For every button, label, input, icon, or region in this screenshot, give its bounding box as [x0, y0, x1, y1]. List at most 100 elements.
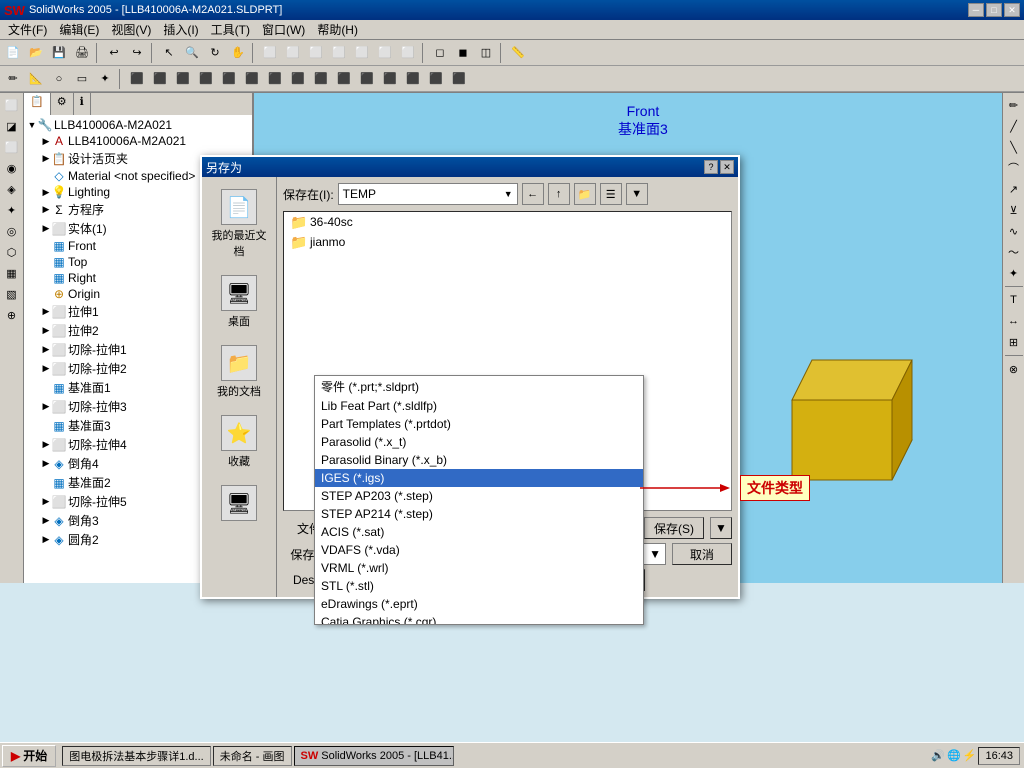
expand-extrude1[interactable]: ▶ — [40, 306, 52, 317]
rotate-button[interactable]: ↻ — [204, 42, 226, 64]
right-tool-12[interactable]: ⊞ — [1004, 332, 1024, 352]
dropdown-item-5[interactable]: IGES (*.igs) — [315, 469, 643, 487]
new-button[interactable]: 📄 — [2, 42, 24, 64]
pan-button[interactable]: ✋ — [227, 42, 249, 64]
dropdown-item-8[interactable]: ACIS (*.sat) — [315, 523, 643, 541]
cancel-button[interactable]: 取消 — [672, 543, 732, 565]
right-tool-11[interactable]: ↔ — [1004, 311, 1024, 331]
expand-root[interactable]: ▼ — [26, 120, 38, 130]
sketch4-button[interactable]: ▭ — [71, 68, 93, 90]
left-icon-10[interactable]: ▧ — [2, 284, 22, 304]
nav-back-button[interactable]: ← — [522, 183, 544, 205]
expand-cut5[interactable]: ▶ — [40, 496, 52, 507]
nav-favorites[interactable]: ⭐ 收藏 — [207, 411, 272, 473]
left-icon-7[interactable]: ◎ — [2, 221, 22, 241]
right-tool-9[interactable]: ✦ — [1004, 263, 1024, 283]
left-icon-9[interactable]: ▦ — [2, 263, 22, 283]
left-icon-11[interactable]: ⊕ — [2, 305, 22, 325]
view5-button[interactable]: ⬜ — [351, 42, 373, 64]
dropdown-item-2[interactable]: Part Templates (*.prtdot) — [315, 415, 643, 433]
feature6-button[interactable]: ⬛ — [241, 68, 263, 90]
right-tool-6[interactable]: ⊻ — [1004, 200, 1024, 220]
menu-help[interactable]: 帮助(H) — [311, 19, 364, 40]
feature14-button[interactable]: ⬛ — [425, 68, 447, 90]
dropdown-item-10[interactable]: VRML (*.wrl) — [315, 559, 643, 577]
feature3-button[interactable]: ⬛ — [172, 68, 194, 90]
right-tool-2[interactable]: ╱ — [1004, 116, 1024, 136]
expand-cut2[interactable]: ▶ — [40, 363, 52, 374]
dropdown-item-11[interactable]: STL (*.stl) — [315, 577, 643, 595]
sketch2-button[interactable]: 📐 — [25, 68, 47, 90]
expand-design[interactable]: ▶ — [40, 153, 52, 164]
feature10-button[interactable]: ⬛ — [333, 68, 355, 90]
feature9-button[interactable]: ⬛ — [310, 68, 332, 90]
new-folder-button[interactable]: 📁 — [574, 183, 596, 205]
tree-annotations[interactable]: ▶ A LLB410006A-M2A021 — [26, 133, 250, 149]
measure-button[interactable]: 📏 — [507, 42, 529, 64]
dropdown-item-4[interactable]: Parasolid Binary (*.x_b) — [315, 451, 643, 469]
nav-up-button[interactable]: ↑ — [548, 183, 570, 205]
feature13-button[interactable]: ⬛ — [402, 68, 424, 90]
expand-chamfer4[interactable]: ▶ — [40, 458, 52, 469]
nav-computer[interactable]: 🖥 — [207, 481, 272, 527]
zoom-button[interactable]: 🔍 — [181, 42, 203, 64]
left-icon-6[interactable]: ✦ — [2, 200, 22, 220]
taskbar-item-0[interactable]: 图电极拆法基本步骤详1.d... — [62, 746, 210, 766]
taskbar-item-2[interactable]: SW SolidWorks 2005 - [LLB41... — [294, 746, 454, 766]
location-combo[interactable]: TEMP ▼ — [338, 183, 518, 205]
dropdown-item-1[interactable]: Lib Feat Part (*.sldlfp) — [315, 397, 643, 415]
left-icon-1[interactable]: ⬜ — [2, 95, 22, 115]
right-tool-5[interactable]: ↗ — [1004, 179, 1024, 199]
print-button[interactable]: 🖨 — [71, 42, 93, 64]
menu-window[interactable]: 窗口(W) — [256, 19, 311, 40]
file-item-36-40sc[interactable]: 📁 36-40sc — [284, 212, 731, 232]
feature7-button[interactable]: ⬛ — [264, 68, 286, 90]
menu-view[interactable]: 视图(V) — [105, 19, 157, 40]
menu-file[interactable]: 文件(F) — [2, 19, 53, 40]
dialog-close-button[interactable]: ✕ — [720, 160, 734, 174]
left-icon-8[interactable]: ⬡ — [2, 242, 22, 262]
minimize-button[interactable]: ─ — [968, 3, 984, 17]
feature1-button[interactable]: ⬛ — [126, 68, 148, 90]
dropdown-item-3[interactable]: Parasolid (*.x_t) — [315, 433, 643, 451]
expand-cut1[interactable]: ▶ — [40, 344, 52, 355]
left-icon-3[interactable]: ⬜ — [2, 137, 22, 157]
view7-button[interactable]: ⬜ — [397, 42, 419, 64]
dropdown-item-7[interactable]: STEP AP214 (*.step) — [315, 505, 643, 523]
undo-button[interactable]: ↩ — [103, 42, 125, 64]
tab-model[interactable]: 📋 — [24, 93, 51, 115]
taskbar-item-1[interactable]: 未命名 - 画图 — [213, 746, 292, 766]
shading2-button[interactable]: ◼ — [452, 42, 474, 64]
right-tool-10[interactable]: T — [1004, 290, 1024, 310]
tab-property[interactable]: ℹ — [74, 93, 91, 115]
feature8-button[interactable]: ⬛ — [287, 68, 309, 90]
sketch5-button[interactable]: ✦ — [94, 68, 116, 90]
expand-cut4[interactable]: ▶ — [40, 439, 52, 450]
left-icon-4[interactable]: ◉ — [2, 158, 22, 178]
open-button[interactable]: 📂 — [25, 42, 47, 64]
start-button[interactable]: ▶ 开始 — [2, 745, 56, 767]
menu-insert[interactable]: 插入(I) — [157, 19, 204, 40]
left-icon-2[interactable]: ◪ — [2, 116, 22, 136]
redo-button[interactable]: ↪ — [126, 42, 148, 64]
view2-button[interactable]: ⬜ — [282, 42, 304, 64]
dropdown-item-6[interactable]: STEP AP203 (*.step) — [315, 487, 643, 505]
right-tool-4[interactable]: ⌒ — [1004, 158, 1024, 178]
feature15-button[interactable]: ⬛ — [448, 68, 470, 90]
view6-button[interactable]: ⬜ — [374, 42, 396, 64]
shading3-button[interactable]: ◫ — [475, 42, 497, 64]
sketch1-button[interactable]: ✏ — [2, 68, 24, 90]
save-button[interactable]: 💾 — [48, 42, 70, 64]
tree-root[interactable]: ▼ 🔧 LLB410006A-M2A021 — [26, 117, 250, 133]
tab-config[interactable]: ⚙ — [51, 93, 74, 115]
view3-button[interactable]: ⬜ — [305, 42, 327, 64]
save-dropdown-button[interactable]: ▼ — [710, 517, 732, 539]
dropdown-item-12[interactable]: eDrawings (*.eprt) — [315, 595, 643, 613]
right-tool-13[interactable]: ⊗ — [1004, 359, 1024, 379]
feature5-button[interactable]: ⬛ — [218, 68, 240, 90]
nav-documents[interactable]: 📁 我的文档 — [207, 341, 272, 403]
dropdown-item-9[interactable]: VDAFS (*.vda) — [315, 541, 643, 559]
maximize-button[interactable]: □ — [986, 3, 1002, 17]
expand-annotations[interactable]: ▶ — [40, 136, 52, 147]
nav-recent[interactable]: 📄 我的最近文档 — [207, 185, 272, 263]
